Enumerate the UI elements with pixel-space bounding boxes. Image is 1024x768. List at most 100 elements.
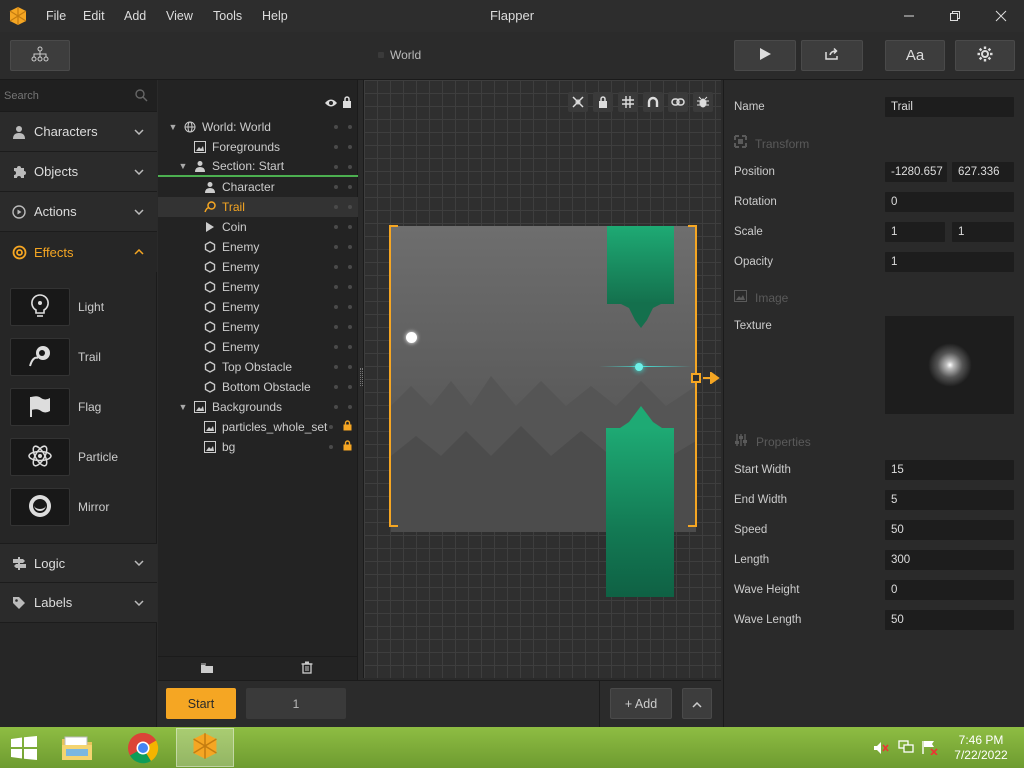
tree-row-character[interactable]: Character bbox=[158, 177, 358, 197]
volume-muted-icon[interactable] bbox=[873, 741, 889, 758]
category-labels[interactable]: Labels bbox=[0, 583, 157, 623]
play-button[interactable] bbox=[734, 40, 796, 71]
export-button[interactable] bbox=[801, 40, 863, 71]
visibility-eye-icon[interactable] bbox=[324, 97, 338, 111]
search-input[interactable] bbox=[4, 86, 129, 106]
effect-light[interactable]: Light bbox=[10, 287, 150, 327]
tree-row-backgrounds[interactable]: ▼ Backgrounds bbox=[158, 397, 358, 417]
scale-y-field[interactable]: 1 bbox=[952, 222, 1014, 242]
menu-file[interactable]: File bbox=[46, 0, 66, 32]
tree-row-section-start[interactable]: ▼ Section: Start bbox=[158, 157, 358, 177]
lock-tool-icon[interactable] bbox=[593, 92, 613, 112]
category-actions[interactable]: Actions bbox=[0, 192, 157, 232]
scale-x-field[interactable]: 1 bbox=[885, 222, 945, 242]
grid-tool-icon[interactable] bbox=[618, 92, 638, 112]
wave-height-field[interactable]: 0 bbox=[885, 580, 1014, 600]
expand-sections-button[interactable] bbox=[682, 688, 712, 719]
category-logic[interactable]: Logic bbox=[0, 543, 157, 583]
menu-edit[interactable]: Edit bbox=[83, 0, 105, 32]
locked-icon[interactable] bbox=[343, 440, 352, 454]
hexagon-icon bbox=[202, 281, 218, 293]
position-x-field[interactable]: -1280.657 bbox=[885, 162, 947, 182]
tree-row-label: Coin bbox=[222, 220, 247, 234]
action-center-icon[interactable] bbox=[922, 740, 938, 758]
tree-row-foregrounds[interactable]: Foregrounds bbox=[158, 137, 358, 157]
effect-label: Flag bbox=[78, 400, 102, 414]
font-button[interactable]: Aa bbox=[885, 40, 945, 71]
tree-row-enemy[interactable]: Enemy bbox=[158, 317, 358, 337]
settings-button[interactable] bbox=[955, 40, 1015, 71]
tree-row-particles[interactable]: particles_whole_set bbox=[158, 417, 358, 437]
chrome-icon[interactable] bbox=[127, 732, 159, 764]
effect-trail[interactable]: Trail bbox=[10, 337, 150, 377]
section-start-button[interactable]: Start bbox=[166, 688, 236, 719]
file-explorer-icon[interactable] bbox=[60, 733, 94, 763]
clock[interactable]: 7:46 PM 7/22/2022 bbox=[944, 733, 1018, 763]
expand-triangle-icon[interactable]: ▼ bbox=[178, 402, 188, 412]
tree-row-trail-selected[interactable]: Trail bbox=[158, 197, 358, 217]
tree-row-bg[interactable]: bg bbox=[158, 437, 358, 457]
tree-row-enemy[interactable]: Enemy bbox=[158, 337, 358, 357]
flapper-taskbar-button[interactable] bbox=[176, 728, 234, 767]
wave-length-field[interactable]: 50 bbox=[885, 610, 1014, 630]
length-field[interactable]: 300 bbox=[885, 550, 1014, 570]
effect-particle[interactable]: Particle bbox=[10, 437, 150, 477]
effect-flag[interactable]: Flag bbox=[10, 387, 150, 427]
windows-start-icon[interactable] bbox=[10, 736, 38, 763]
menu-view[interactable]: View bbox=[166, 0, 193, 32]
scene-name: World bbox=[390, 48, 422, 62]
position-y-field[interactable]: 627.336 bbox=[952, 162, 1014, 182]
category-objects[interactable]: Objects bbox=[0, 152, 157, 192]
search-icon[interactable] bbox=[135, 89, 148, 105]
menu-tools[interactable]: Tools bbox=[213, 0, 242, 32]
tree-row-enemy[interactable]: Enemy bbox=[158, 237, 358, 257]
rotation-field[interactable]: 0 bbox=[885, 192, 1014, 212]
tree-row-world[interactable]: ▼ World: World bbox=[158, 117, 358, 137]
image-header: Image bbox=[734, 289, 788, 307]
scene-viewport[interactable] bbox=[360, 80, 721, 678]
bug-tool-icon[interactable] bbox=[693, 92, 713, 112]
magnet-tool-icon[interactable] bbox=[643, 92, 663, 112]
panel-splitter[interactable] bbox=[360, 368, 363, 386]
locked-icon[interactable] bbox=[343, 420, 352, 434]
resize-handle[interactable] bbox=[691, 373, 701, 383]
tree-row-top-obstacle[interactable]: Top Obstacle bbox=[158, 357, 358, 377]
opacity-field[interactable]: 1 bbox=[885, 252, 1014, 272]
tree-row-enemy[interactable]: Enemy bbox=[158, 257, 358, 277]
category-effects[interactable]: Effects bbox=[0, 232, 157, 272]
close-icon[interactable] bbox=[978, 0, 1024, 32]
trash-icon[interactable] bbox=[301, 661, 313, 677]
tree-row-bottom-obstacle[interactable]: Bottom Obstacle bbox=[158, 377, 358, 397]
expand-triangle-icon[interactable]: ▼ bbox=[168, 122, 178, 132]
network-icon[interactable] bbox=[898, 740, 914, 757]
start-width-field[interactable]: 15 bbox=[885, 460, 1014, 480]
texture-preview[interactable] bbox=[885, 316, 1014, 414]
tree-row-label: Character bbox=[222, 180, 275, 194]
effect-mirror[interactable]: Mirror bbox=[10, 487, 150, 527]
category-characters[interactable]: Characters bbox=[0, 112, 157, 152]
name-field[interactable]: Trail bbox=[885, 97, 1014, 117]
image-icon bbox=[202, 421, 218, 433]
app-logo-icon bbox=[8, 6, 28, 26]
minimize-icon[interactable] bbox=[886, 0, 932, 32]
menu-help[interactable]: Help bbox=[262, 0, 288, 32]
end-width-field[interactable]: 5 bbox=[885, 490, 1014, 510]
restore-icon[interactable] bbox=[932, 0, 978, 32]
tree-row-label: Enemy bbox=[222, 260, 260, 274]
tree-row-enemy[interactable]: Enemy bbox=[158, 297, 358, 317]
hierarchy-button[interactable] bbox=[10, 40, 70, 71]
tree-row-enemy[interactable]: Enemy bbox=[158, 277, 358, 297]
lock-icon[interactable] bbox=[342, 96, 352, 111]
expand-triangle-icon[interactable]: ▼ bbox=[178, 161, 188, 171]
section-index[interactable]: 1 bbox=[246, 688, 346, 719]
add-section-button[interactable]: + Add bbox=[610, 688, 672, 719]
category-label: Effects bbox=[34, 244, 74, 260]
arrow-right-icon[interactable] bbox=[703, 372, 721, 384]
menu-add[interactable]: Add bbox=[124, 0, 146, 32]
link-tool-icon[interactable] bbox=[668, 92, 688, 112]
tree-row-coin[interactable]: Coin bbox=[158, 217, 358, 237]
folder-icon[interactable] bbox=[200, 662, 214, 677]
trail-icon bbox=[27, 344, 53, 371]
snap-tool-icon[interactable] bbox=[568, 92, 588, 112]
speed-field[interactable]: 50 bbox=[885, 520, 1014, 540]
